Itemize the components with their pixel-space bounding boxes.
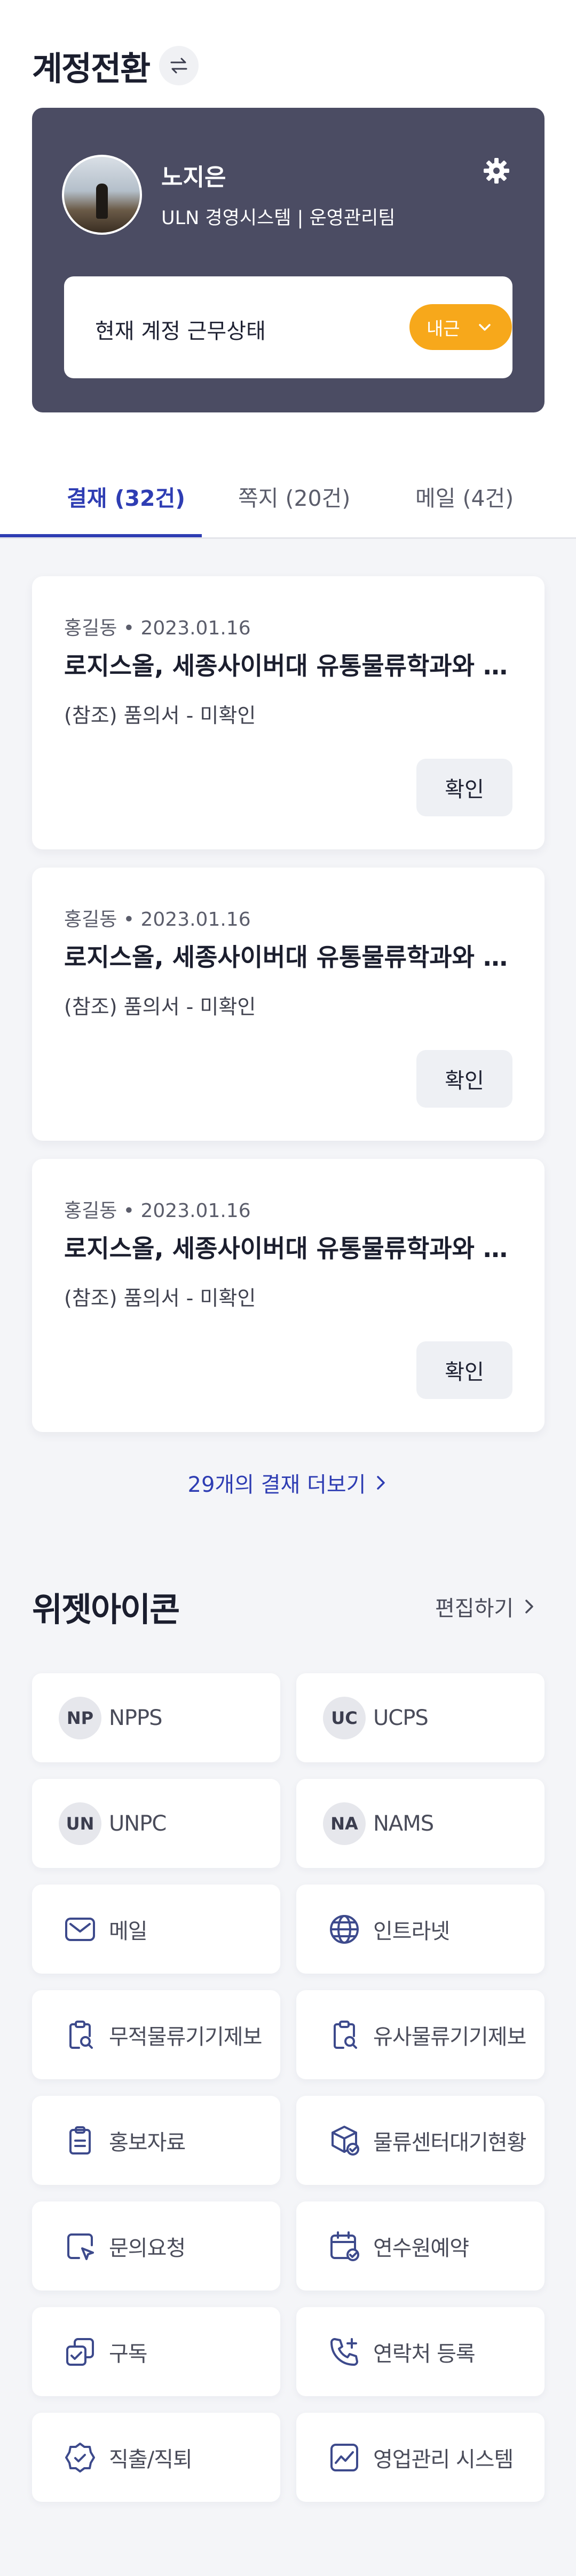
tab-notes[interactable]: 쪽지 (20건) bbox=[238, 480, 350, 512]
copy-check-icon bbox=[59, 2331, 101, 2373]
avatar bbox=[62, 155, 142, 235]
approval-meta: 홍길동 • 2023.01.16 bbox=[64, 1200, 251, 1222]
phone-add-icon bbox=[323, 2331, 366, 2373]
edit-widgets-link[interactable]: 편집하기 bbox=[435, 1591, 536, 1622]
gear-icon[interactable] bbox=[480, 155, 512, 187]
widget-label: 문의요청 bbox=[109, 2236, 186, 2261]
nams-badge: NA bbox=[323, 1802, 366, 1845]
approval-subject: 로지스올, 세종사이버대 유통물류학과와 업무협약 체결 bbox=[64, 943, 512, 972]
tab-mail[interactable]: 메일 (4건) bbox=[415, 480, 514, 512]
widget-label: 유사물류기기제보 bbox=[373, 2024, 526, 2049]
switch-account-button[interactable] bbox=[159, 46, 199, 85]
edit-widgets-label: 편집하기 bbox=[435, 1596, 514, 1621]
widget-unclaimed-equipment-report[interactable]: 무적물류기기제보 bbox=[32, 1990, 280, 2079]
widget-training-center-booking[interactable]: 연수원예약 bbox=[296, 2201, 545, 2291]
message-cursor-icon bbox=[59, 2225, 101, 2268]
widget-label: NPPS bbox=[109, 1705, 163, 1730]
more-approvals-label: 29개의 결재 더보기 bbox=[187, 1473, 366, 1497]
widget-unpc[interactable]: UN UNPC bbox=[32, 1779, 280, 1868]
widget-subscription[interactable]: 구독 bbox=[32, 2307, 280, 2396]
globe-icon bbox=[323, 1908, 366, 1951]
tab-approval[interactable]: 결재 (32건) bbox=[67, 480, 185, 512]
widget-similar-equipment-report[interactable]: 유사물류기기제보 bbox=[296, 1990, 545, 2079]
more-approvals-link[interactable]: 29개의 결재 더보기 bbox=[0, 1467, 576, 1498]
widget-mail[interactable]: 메일 bbox=[32, 1885, 280, 1974]
ucps-badge: UC bbox=[323, 1696, 366, 1739]
widget-label: 직출/직퇴 bbox=[109, 2447, 193, 2472]
widget-logistics-center-status[interactable]: 물류센터대기현황 bbox=[296, 2096, 545, 2185]
header: 계정전환 bbox=[32, 42, 199, 90]
chevron-down-icon bbox=[479, 324, 491, 331]
swap-arrows-icon bbox=[170, 58, 187, 74]
chevron-right-icon bbox=[377, 1476, 385, 1490]
approval-card[interactable]: 홍길동 • 2023.01.16 로지스올, 세종사이버대 유통물류학과와 업무… bbox=[32, 868, 545, 1141]
confirm-button[interactable]: 확인 bbox=[416, 1050, 512, 1108]
work-status-label: 현재 계정 근무상태 bbox=[95, 319, 266, 344]
profile-card: 노지은 ULN 경영시스템 | 운영관리팀 현재 계정 근무상태 내근 bbox=[32, 108, 545, 412]
widget-npps[interactable]: NP NPPS bbox=[32, 1673, 280, 1762]
work-status-dropdown[interactable]: 내근 bbox=[409, 304, 512, 350]
widget-label: 영업관리 시스템 bbox=[373, 2447, 514, 2472]
clipboard-list-icon bbox=[59, 2119, 101, 2162]
widget-intranet[interactable]: 인트라넷 bbox=[296, 1885, 545, 1974]
widget-ucps[interactable]: UC UCPS bbox=[296, 1673, 545, 1762]
user-organization: ULN 경영시스템 | 운영관리팀 bbox=[161, 208, 396, 229]
unpc-badge: UN bbox=[59, 1802, 101, 1845]
page-title: 계정전환 bbox=[32, 49, 151, 88]
widget-label: 연수원예약 bbox=[373, 2236, 469, 2261]
npps-badge: NP bbox=[59, 1696, 101, 1739]
approval-subject: 로지스올, 세종사이버대 유통물류학과와 업무협약 체결 bbox=[64, 651, 512, 680]
widget-nams[interactable]: NA NAMS bbox=[296, 1779, 545, 1868]
widget-promotion-materials[interactable]: 홍보자료 bbox=[32, 2096, 280, 2185]
widget-label: 메일 bbox=[109, 1919, 148, 1944]
clipboard-search-icon bbox=[59, 2014, 101, 2056]
shield-check-icon bbox=[59, 2436, 101, 2479]
work-status-value: 내근 bbox=[427, 318, 460, 340]
calendar-check-icon bbox=[323, 2225, 366, 2268]
widget-label: UCPS bbox=[373, 1705, 429, 1730]
confirm-button[interactable]: 확인 bbox=[416, 1341, 512, 1399]
widget-inquiry[interactable]: 문의요청 bbox=[32, 2201, 280, 2291]
widget-label: UNPC bbox=[109, 1811, 167, 1836]
widget-label: 인트라넷 bbox=[373, 1919, 450, 1944]
widget-section-title: 위젯아이콘 bbox=[32, 1590, 180, 1629]
user-name: 노지은 bbox=[161, 164, 226, 191]
widget-label: 물류센터대기현황 bbox=[373, 2130, 526, 2155]
box-check-icon bbox=[323, 2119, 366, 2162]
widget-label: 구독 bbox=[109, 2341, 148, 2366]
widget-label: NAMS bbox=[373, 1811, 434, 1836]
approval-meta: 홍길동 • 2023.01.16 bbox=[64, 909, 251, 931]
confirm-button[interactable]: 확인 bbox=[416, 759, 512, 816]
top-section: 계정전환 노지은 ULN 경영시스템 | 운영관리팀 현재 계정 근무상태 내근… bbox=[0, 0, 576, 539]
work-status-box: 현재 계정 근무상태 내근 bbox=[64, 276, 512, 378]
widget-direct-commute[interactable]: 직출/직퇴 bbox=[32, 2413, 280, 2502]
widget-label: 무적물류기기제보 bbox=[109, 2024, 262, 2049]
mail-icon bbox=[59, 1908, 101, 1951]
approval-card[interactable]: 홍길동 • 2023.01.16 로지스올, 세종사이버대 유통물류학과와 업무… bbox=[32, 576, 545, 849]
tab-bar: 결재 (32건) 쪽지 (20건) 메일 (4건) bbox=[0, 464, 576, 539]
widget-sales-management[interactable]: 영업관리 시스템 bbox=[296, 2413, 545, 2502]
widget-label: 홍보자료 bbox=[109, 2130, 186, 2155]
approval-subject: 로지스올, 세종사이버대 유통물류학과와 업무협약 체결 bbox=[64, 1234, 512, 1263]
approval-card[interactable]: 홍길동 • 2023.01.16 로지스올, 세종사이버대 유통물류학과와 업무… bbox=[32, 1159, 545, 1432]
clipboard-search-icon bbox=[323, 2014, 366, 2056]
widget-label: 연락처 등록 bbox=[373, 2341, 476, 2366]
active-tab-indicator bbox=[0, 534, 202, 537]
widget-contact-registration[interactable]: 연락처 등록 bbox=[296, 2307, 545, 2396]
approval-description: (참조) 품의서 - 미확인 bbox=[64, 995, 256, 1019]
approval-description: (참조) 품의서 - 미확인 bbox=[64, 704, 256, 727]
approval-description: (참조) 품의서 - 미확인 bbox=[64, 1286, 256, 1310]
chart-line-icon bbox=[323, 2436, 366, 2479]
approval-meta: 홍길동 • 2023.01.16 bbox=[64, 617, 251, 639]
chevron-right-icon bbox=[525, 1600, 533, 1613]
